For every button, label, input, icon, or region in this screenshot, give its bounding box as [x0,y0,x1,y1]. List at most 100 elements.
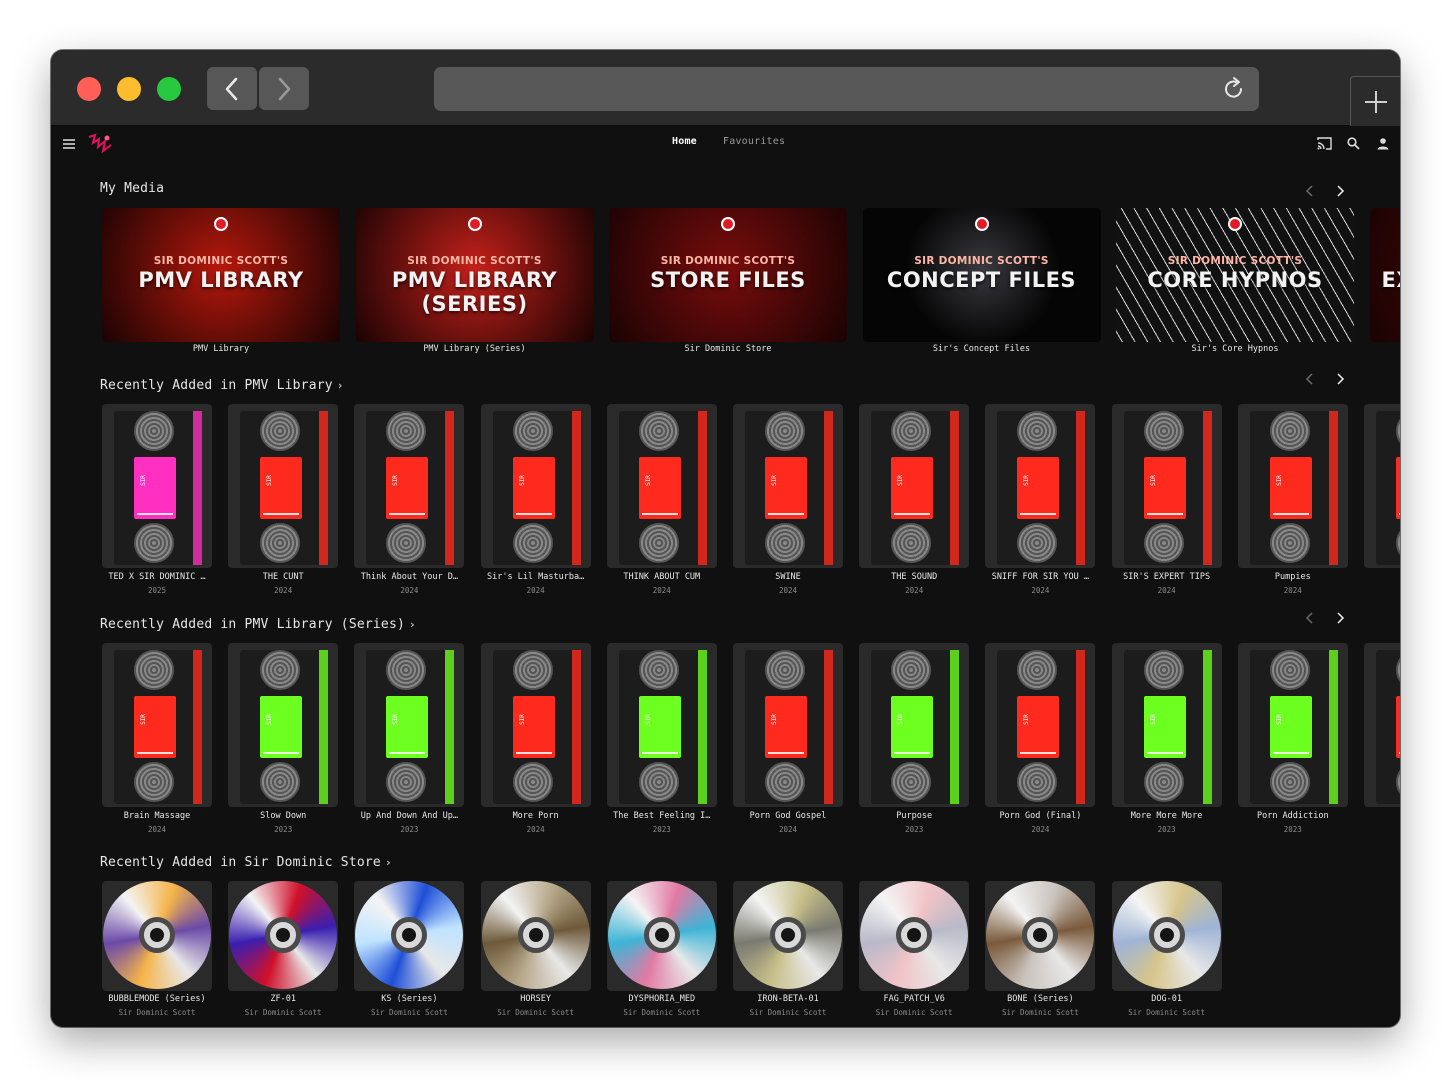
back-button[interactable] [207,67,257,110]
tape-thumbnail[interactable]: SIR [859,643,970,807]
tape-thumbnail[interactable]: SIR [985,643,1096,807]
tape-thumbnail[interactable]: SIR [1364,643,1400,807]
tape-thumbnail[interactable]: SIR [985,404,1096,568]
tape-card[interactable]: SIR Up And Down And Up… 2023 [354,643,465,843]
reel-icon [134,762,174,802]
library-thumbnail[interactable]: SIR DOMINIC SCOTT'S PMV LIBRARY (SERIES) [355,208,594,342]
library-thumbnail[interactable]: EX [1369,208,1400,342]
chevron-right-icon[interactable] [1335,612,1345,624]
tape-card[interactable]: SIR THE CUNT 2024 [228,404,339,604]
chevron-left-icon[interactable] [1305,612,1315,624]
tape-card[interactable]: SIR The Best Feeling I… 2023 [606,643,717,843]
menu-icon[interactable] [63,139,75,149]
section-title-pmv-library[interactable]: Recently Added in PMV Library › [100,378,344,393]
tape-thumbnail[interactable]: SIR [1111,643,1222,807]
tape-card[interactable]: SIR Think About Your D… 2024 [354,404,465,604]
new-tab-button[interactable] [1350,76,1400,126]
tape-thumbnail[interactable]: SIR [354,404,465,568]
library-card[interactable]: SIR DOMINIC SCOTT'S CONCEPT FILES Sir's Co… [862,208,1101,358]
tab-home[interactable]: Home [672,136,697,147]
disc-thumbnail[interactable] [354,881,465,991]
tab-favourites[interactable]: Favourites [723,136,785,147]
address-bar[interactable] [434,67,1259,111]
disc-card[interactable]: FAG_PATCH_V6 Sir Dominic Scott [859,881,970,1027]
tape-thumbnail[interactable]: SIR [606,643,717,807]
disc-thumbnail[interactable] [480,881,591,991]
library-thumbnail[interactable]: SIR DOMINIC SCOTT'S STORE FILES [609,208,847,342]
tape-card[interactable]: SIR Purpose 2023 [859,643,970,843]
disc-card[interactable]: DYSPHORIA_MED Sir Dominic Scott [606,881,717,1027]
user-icon[interactable] [1377,137,1389,150]
search-icon[interactable] [1347,137,1360,150]
cast-icon[interactable] [1317,137,1332,150]
tape-thumbnail[interactable]: SIR [228,404,339,568]
library-card[interactable]: SIR DOMINIC SCOTT'S PMV LIBRARY (SERIES) P… [355,208,594,358]
chevron-left-icon[interactable] [1305,373,1315,385]
tape-card[interactable]: SIR Porn Addiction 2023 [1237,643,1348,843]
disc-card[interactable]: ZF-01 Sir Dominic Scott [228,881,339,1027]
forward-button[interactable] [259,67,309,110]
app-logo[interactable] [87,133,113,155]
tape-card[interactable]: SIR Slow Down 2023 [228,643,339,843]
tape-thumbnail[interactable]: SIR [1237,404,1348,568]
library-card[interactable]: SIR DOMINIC SCOTT'S STORE FILES Sir Domini… [609,208,847,358]
tape-card[interactable]: SIR Porn God Gospel 2024 [733,643,843,843]
disc-card[interactable]: BONE (Series) Sir Dominic Scott [985,881,1096,1027]
tape-thumbnail[interactable]: SIR [1364,404,1400,568]
disc-card[interactable]: HORSEY Sir Dominic Scott [480,881,591,1027]
tape-thumbnail[interactable]: SIR [1237,643,1348,807]
tape-card[interactable]: SIR SNIFF FOR SIR YOU … 2024 [985,404,1096,604]
tape-card[interactable]: SIR TED X SIR DOMINIC … 2025 [102,404,212,604]
disc-thumbnail[interactable] [1111,881,1222,991]
tape-card[interactable]: SIR THE SOUND 2024 [859,404,970,604]
disc-thumbnail[interactable] [228,881,339,991]
disc-thumbnail[interactable] [733,881,843,991]
tape-card[interactable]: SIR More Porn 2024 [480,643,591,843]
tape-thumbnail[interactable]: SIR [102,404,212,568]
tape-thumbnail[interactable]: SIR [480,643,591,807]
disc-card[interactable]: IRON-BETA-01 Sir Dominic Scott [733,881,843,1027]
library-thumbnail[interactable]: SIR DOMINIC SCOTT'S CONCEPT FILES [862,208,1101,342]
disc-card[interactable]: KS (Series) Sir Dominic Scott [354,881,465,1027]
tape-card[interactable]: SIR SWINE 2024 [733,404,843,604]
library-card[interactable]: EX [1369,208,1400,358]
library-thumbnail[interactable]: SIR DOMINIC SCOTT'S CORE HYPNOS [1116,208,1354,342]
chevron-right-icon[interactable] [1335,185,1345,197]
disc-thumbnail[interactable] [985,881,1096,991]
tape-card[interactable]: SIR Pumpies 2024 [1237,404,1348,604]
disc-card[interactable]: BUBBLEMODE (Series) Sir Dominic Scott [102,881,212,1027]
section-title-store[interactable]: Recently Added in Sir Dominic Store › [100,855,392,870]
chevron-left-icon[interactable] [1305,185,1315,197]
tape-thumbnail[interactable]: SIR [859,404,970,568]
section-title-pmv-series[interactable]: Recently Added in PMV Library (Series) › [100,617,416,632]
maximize-window-button[interactable] [157,77,181,101]
tape-thumbnail[interactable]: SIR [733,643,843,807]
reload-icon[interactable] [1221,76,1247,102]
chevron-right-icon[interactable] [1335,373,1345,385]
tape-card[interactable]: SIR Porn God (Final) 2024 [985,643,1096,843]
tape-card[interactable]: SIR THINK ABOUT CUM 2024 [606,404,717,604]
tape-thumbnail[interactable]: SIR [228,643,339,807]
library-card[interactable]: SIR DOMINIC SCOTT'S PMV LIBRARY PMV Librar… [102,208,340,358]
tape-card[interactable]: SIR Faggo [1364,643,1400,843]
minimize-window-button[interactable] [117,77,141,101]
tape-thumbnail[interactable]: SIR [606,404,717,568]
library-card[interactable]: SIR DOMINIC SCOTT'S CORE HYPNOS Sir's Core… [1116,208,1354,358]
tape-card[interactable]: SIR SIR'S EXPERT TIPS 2024 [1111,404,1222,604]
tape-thumbnail[interactable]: SIR [1111,404,1222,568]
tape-year: 2025 [147,586,167,595]
tape-card[interactable]: SIR Sir's Lil Masturba… 2024 [480,404,591,604]
disc-thumbnail[interactable] [859,881,970,991]
tape-thumbnail[interactable]: SIR [480,404,591,568]
tape-card[interactable]: SIR Brain Massage 2024 [102,643,212,843]
library-thumbnail[interactable]: SIR DOMINIC SCOTT'S PMV LIBRARY [102,208,340,342]
tape-card[interactable]: SIR More More More 2023 [1111,643,1222,843]
disc-thumbnail[interactable] [102,881,212,991]
tape-thumbnail[interactable]: SIR [354,643,465,807]
tape-card[interactable]: SIR Pig [1364,404,1400,604]
disc-thumbnail[interactable] [606,881,717,991]
tape-thumbnail[interactable]: SIR [102,643,212,807]
tape-thumbnail[interactable]: SIR [733,404,843,568]
disc-card[interactable]: DOG-01 Sir Dominic Scott [1111,881,1222,1027]
close-window-button[interactable] [77,77,101,101]
